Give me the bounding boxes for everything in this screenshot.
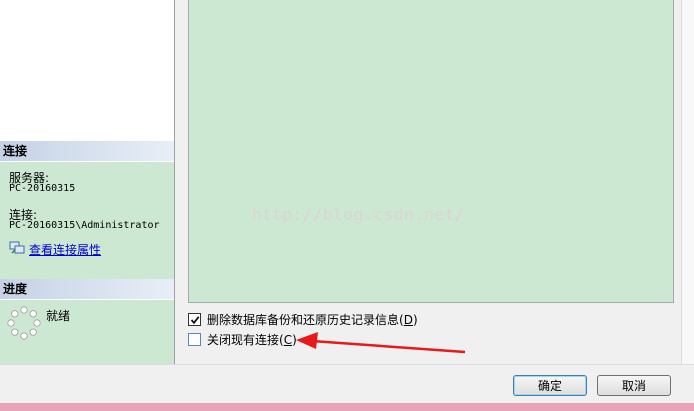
cancel-button[interactable]: 取消	[597, 375, 671, 396]
dialog-button-bar: 确定 取消	[0, 364, 694, 404]
window-bottom-edge	[0, 403, 694, 411]
ok-button[interactable]: 确定	[513, 375, 587, 396]
annotation-arrow-icon	[296, 332, 466, 354]
